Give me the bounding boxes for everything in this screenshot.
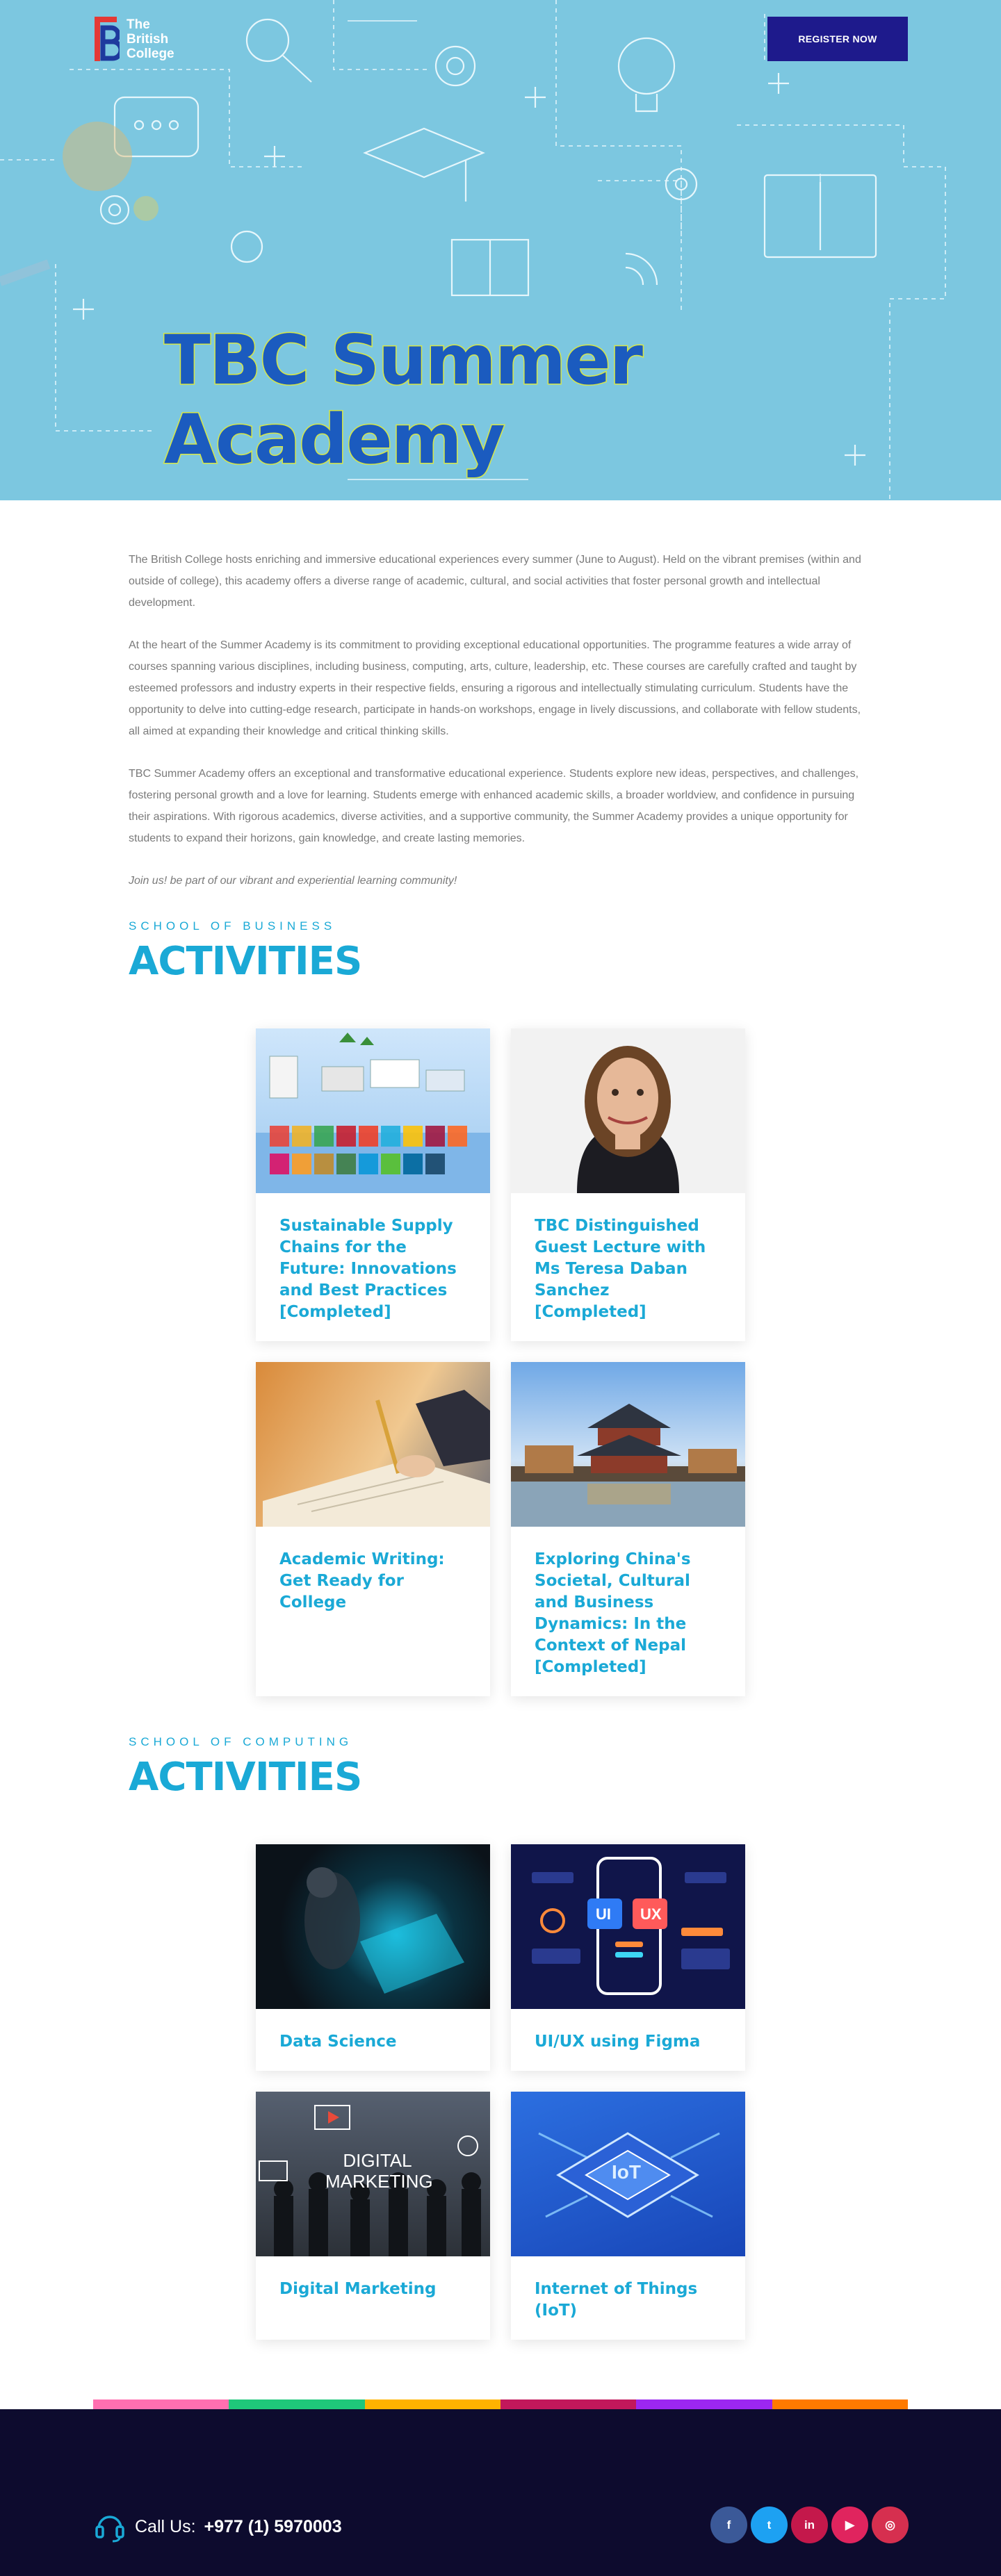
- logo-line: College: [127, 46, 174, 61]
- linkedin-icon[interactable]: in: [791, 2507, 828, 2543]
- activity-card[interactable]: UI UX UI/UX using Figma: [511, 1844, 745, 2071]
- activity-card-title: Sustainable Supply Chains for the Future…: [279, 1217, 457, 1321]
- iot-chip-label: IoT: [612, 2161, 641, 2183]
- activity-card-title: Academic Writing: Get Ready for College: [279, 1550, 445, 1611]
- activity-card-title: Internet of Things (IoT): [535, 2280, 698, 2320]
- logo-line: British: [127, 31, 169, 47]
- speaker-portrait-image: [511, 1028, 745, 1193]
- activity-card-title: Exploring China's Societal, Cultural and…: [535, 1550, 691, 1676]
- activity-card-title: Data Science: [279, 2033, 397, 2051]
- section-title: ACTIVITIES: [129, 1755, 362, 1800]
- magnifier-icon: [245, 18, 290, 63]
- section-kicker: SCHOOL OF BUSINESS: [129, 919, 336, 933]
- logo-wordmark: The British College: [127, 17, 174, 61]
- activity-card[interactable]: Sustainable Supply Chains for the Future…: [256, 1028, 490, 1341]
- intro-closing: Join us! be part of our vibrant and expe…: [129, 875, 457, 887]
- register-now-button[interactable]: REGISTER NOW: [767, 17, 908, 61]
- section-kicker: SCHOOL OF COMPUTING: [129, 1735, 353, 1748]
- activity-card-title: Digital Marketing: [279, 2280, 437, 2298]
- logo-line: The: [127, 17, 150, 32]
- intro-paragraph: The British College hosts enriching and …: [129, 554, 861, 609]
- gear-icon: [434, 45, 476, 87]
- ui-badge-label: UI: [596, 1905, 611, 1923]
- activity-card-title: TBC Distinguished Guest Lecture with Ms …: [535, 1217, 706, 1321]
- hero-banner: The British College REGISTER NOW TBC Sum…: [0, 0, 1001, 500]
- activity-card-grid: Data Science UI UX UI/UX using Figma DIG…: [129, 1844, 872, 2340]
- social-links: f t in ▶ ◎: [710, 2507, 909, 2543]
- activity-card[interactable]: Data Science: [256, 1844, 490, 2071]
- computing-activities-section: SCHOOL OF COMPUTING ACTIVITIES Data Scie…: [129, 1735, 872, 2340]
- facebook-icon[interactable]: f: [710, 2507, 747, 2543]
- color-bar-segment: [364, 2399, 500, 2409]
- intro-section: The British College hosts enriching and …: [129, 549, 872, 892]
- digital-marketing-image: DIGITAL MARKETING: [256, 2092, 490, 2256]
- section-title: ACTIVITIES: [129, 939, 362, 984]
- footer-color-bar: [93, 2399, 908, 2409]
- color-bar-segment: [500, 2399, 637, 2409]
- color-bar-segment: [229, 2399, 365, 2409]
- hero-title: TBC Summer Academy: [163, 320, 644, 481]
- headset-icon: [95, 2516, 124, 2543]
- activity-card[interactable]: IoT Internet of Things (IoT): [511, 2092, 745, 2340]
- intro-paragraph: At the heart of the Summer Academy is it…: [129, 639, 861, 737]
- call-us-label: Call Us:: [135, 2516, 196, 2536]
- pagoda-image: [511, 1362, 745, 1527]
- college-logo[interactable]: The British College: [93, 15, 174, 63]
- activity-card[interactable]: TBC Distinguished Guest Lecture with Ms …: [511, 1028, 745, 1341]
- phone-number[interactable]: +977 (1) 5970003: [204, 2517, 342, 2537]
- site-footer: Call Us: +977 (1) 5970003 f t in ▶ ◎: [0, 2409, 1001, 2576]
- uiux-image: UI UX: [511, 1844, 745, 2009]
- ux-badge-label: UX: [640, 1905, 662, 1923]
- color-bar-segment: [93, 2399, 229, 2409]
- color-bar-segment: [636, 2399, 772, 2409]
- youtube-icon[interactable]: ▶: [831, 2507, 868, 2543]
- activity-card[interactable]: Academic Writing: Get Ready for College: [256, 1362, 490, 1696]
- activity-card[interactable]: DIGITAL MARKETING Digital Marketing: [256, 2092, 490, 2340]
- lightbulb-icon: [617, 37, 676, 95]
- tbc-logo-icon: [95, 17, 120, 61]
- supply-chain-image: [256, 1028, 490, 1193]
- instagram-icon[interactable]: ◎: [872, 2507, 909, 2543]
- data-science-image: [256, 1844, 490, 2009]
- digital-marketing-overlay-text: DIGITAL MARKETING: [325, 2150, 433, 2192]
- twitter-icon[interactable]: t: [751, 2507, 788, 2543]
- activity-card-title: UI/UX using Figma: [535, 2033, 701, 2051]
- iot-chip-image: IoT: [511, 2092, 745, 2256]
- color-bar-segment: [772, 2399, 908, 2409]
- intro-paragraph: TBC Summer Academy offers an exceptional…: [129, 768, 859, 844]
- call-us[interactable]: Call Us: +977 (1) 5970003: [93, 2510, 342, 2543]
- business-activities-section: SCHOOL OF BUSINESS ACTIVITIES Sustainabl…: [129, 919, 872, 1696]
- activity-card[interactable]: Exploring China's Societal, Cultural and…: [511, 1362, 745, 1696]
- activity-card-grid: Sustainable Supply Chains for the Future…: [129, 1028, 872, 1696]
- writing-image: [256, 1362, 490, 1527]
